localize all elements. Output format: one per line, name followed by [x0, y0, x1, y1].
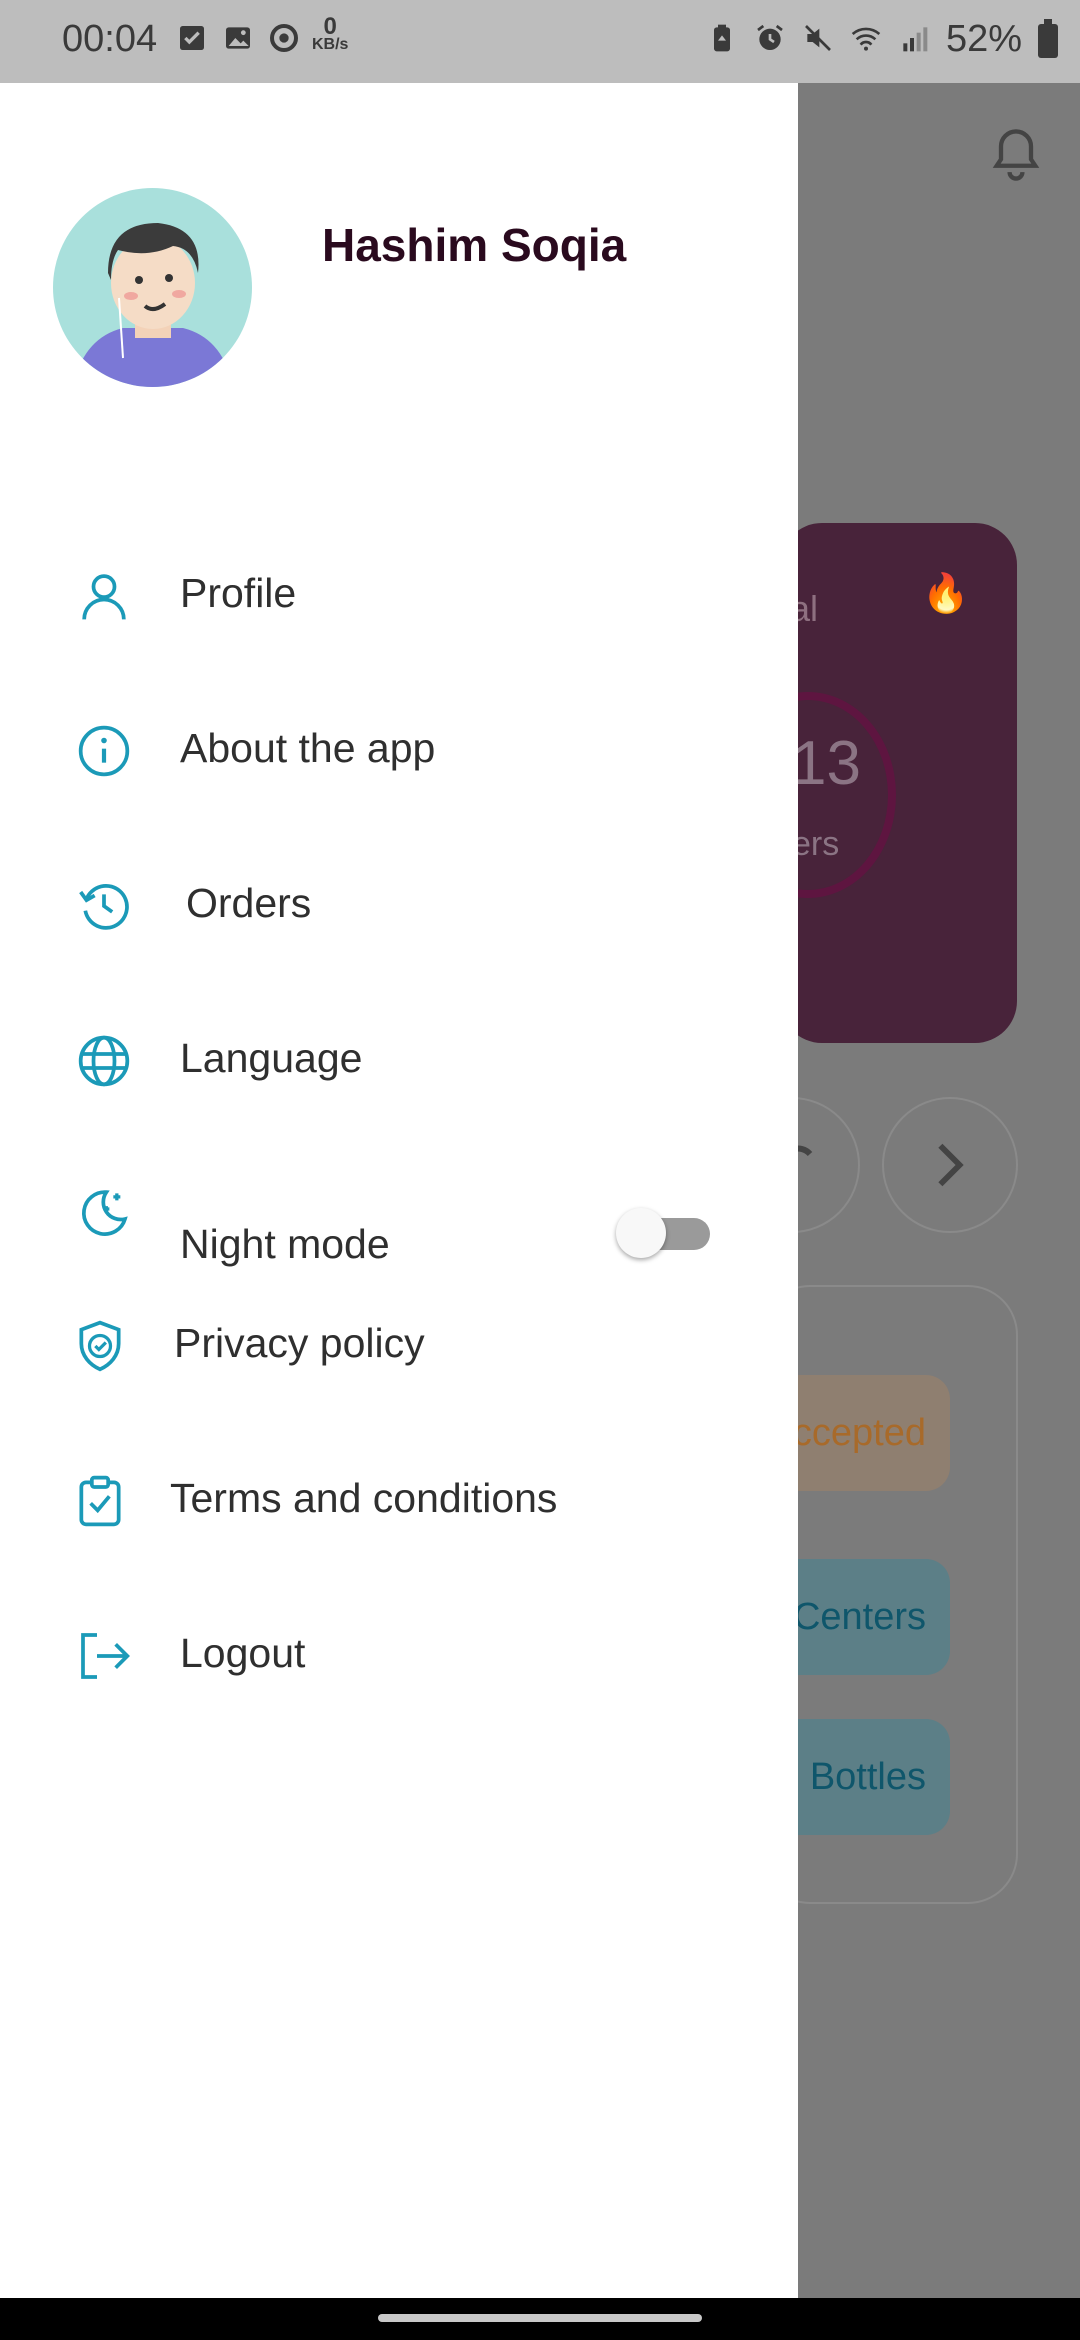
person-icon: [82, 574, 126, 620]
stat-value: 13: [792, 729, 861, 798]
menu-item-about[interactable]: About the app: [0, 699, 798, 799]
menu-label-privacy-policy: Privacy policy: [174, 1320, 425, 1366]
logout-icon: [81, 1633, 130, 1679]
signal-icon: [903, 27, 928, 52]
status-icons-left: [176, 22, 300, 54]
checkbox-icon: [180, 26, 204, 50]
status-time: 00:04: [62, 18, 158, 60]
navigation-drawer: Hashim Soqia Profile About the app Order…: [0, 83, 798, 2298]
menu-label-logout: Logout: [180, 1630, 306, 1676]
alarm-icon: [757, 24, 783, 50]
menu-label-profile: Profile: [180, 570, 297, 616]
battery-icon: [1038, 19, 1058, 58]
toggle-knob: [616, 1208, 666, 1258]
battery-percent: 52%: [945, 18, 1022, 60]
network-speed-unit: KB/s: [312, 36, 349, 53]
menu-label-terms: Terms and conditions: [170, 1475, 558, 1521]
wifi-icon: [851, 27, 881, 51]
status-icons-right: [706, 22, 930, 54]
menu-item-orders[interactable]: Orders: [0, 854, 798, 954]
menu-label-night-mode: Night mode: [180, 1221, 390, 1267]
sync-icon: [270, 24, 298, 52]
network-speed: 0 KB/s: [312, 13, 349, 54]
avatar-illustration: [73, 223, 233, 387]
moon-icon: [81, 1190, 128, 1236]
chevron-right-icon: [938, 1143, 964, 1187]
menu-item-terms[interactable]: Terms and conditions: [0, 1449, 798, 1549]
battery-saver-icon: [714, 24, 730, 52]
night-mode-toggle[interactable]: [616, 1204, 712, 1258]
shield-check-icon: [79, 1320, 121, 1372]
menu-item-privacy-policy[interactable]: Privacy policy: [0, 1294, 798, 1394]
network-speed-value: 0: [323, 13, 337, 40]
image-icon: [226, 27, 250, 49]
avatar[interactable]: [53, 188, 252, 387]
menu-item-night-mode[interactable]: Night mode: [0, 1160, 798, 1267]
menu-item-profile[interactable]: Profile: [0, 544, 798, 644]
stat-subtitle: ers: [792, 825, 840, 863]
flame-icon: 🔥: [922, 573, 970, 615]
user-name: Hashim Soqia: [322, 219, 627, 271]
menu-label-orders: Orders: [186, 880, 312, 926]
globe-icon: [78, 1035, 130, 1087]
mute-icon: [805, 25, 831, 51]
home-gesture-handle[interactable]: [378, 2314, 702, 2322]
status-bar: 00:04 0 KB/s 52%: [0, 0, 1080, 83]
history-icon: [79, 884, 129, 930]
bell-icon[interactable]: [990, 125, 1042, 185]
info-icon: [78, 725, 130, 777]
menu-label-about: About the app: [180, 725, 436, 771]
menu-item-logout[interactable]: Logout: [0, 1604, 798, 1704]
menu-item-language[interactable]: Language: [0, 1009, 798, 1109]
menu-label-language: Language: [180, 1035, 363, 1081]
system-nav-bar: [0, 2298, 1080, 2340]
clipboard-check-icon: [79, 1475, 121, 1527]
